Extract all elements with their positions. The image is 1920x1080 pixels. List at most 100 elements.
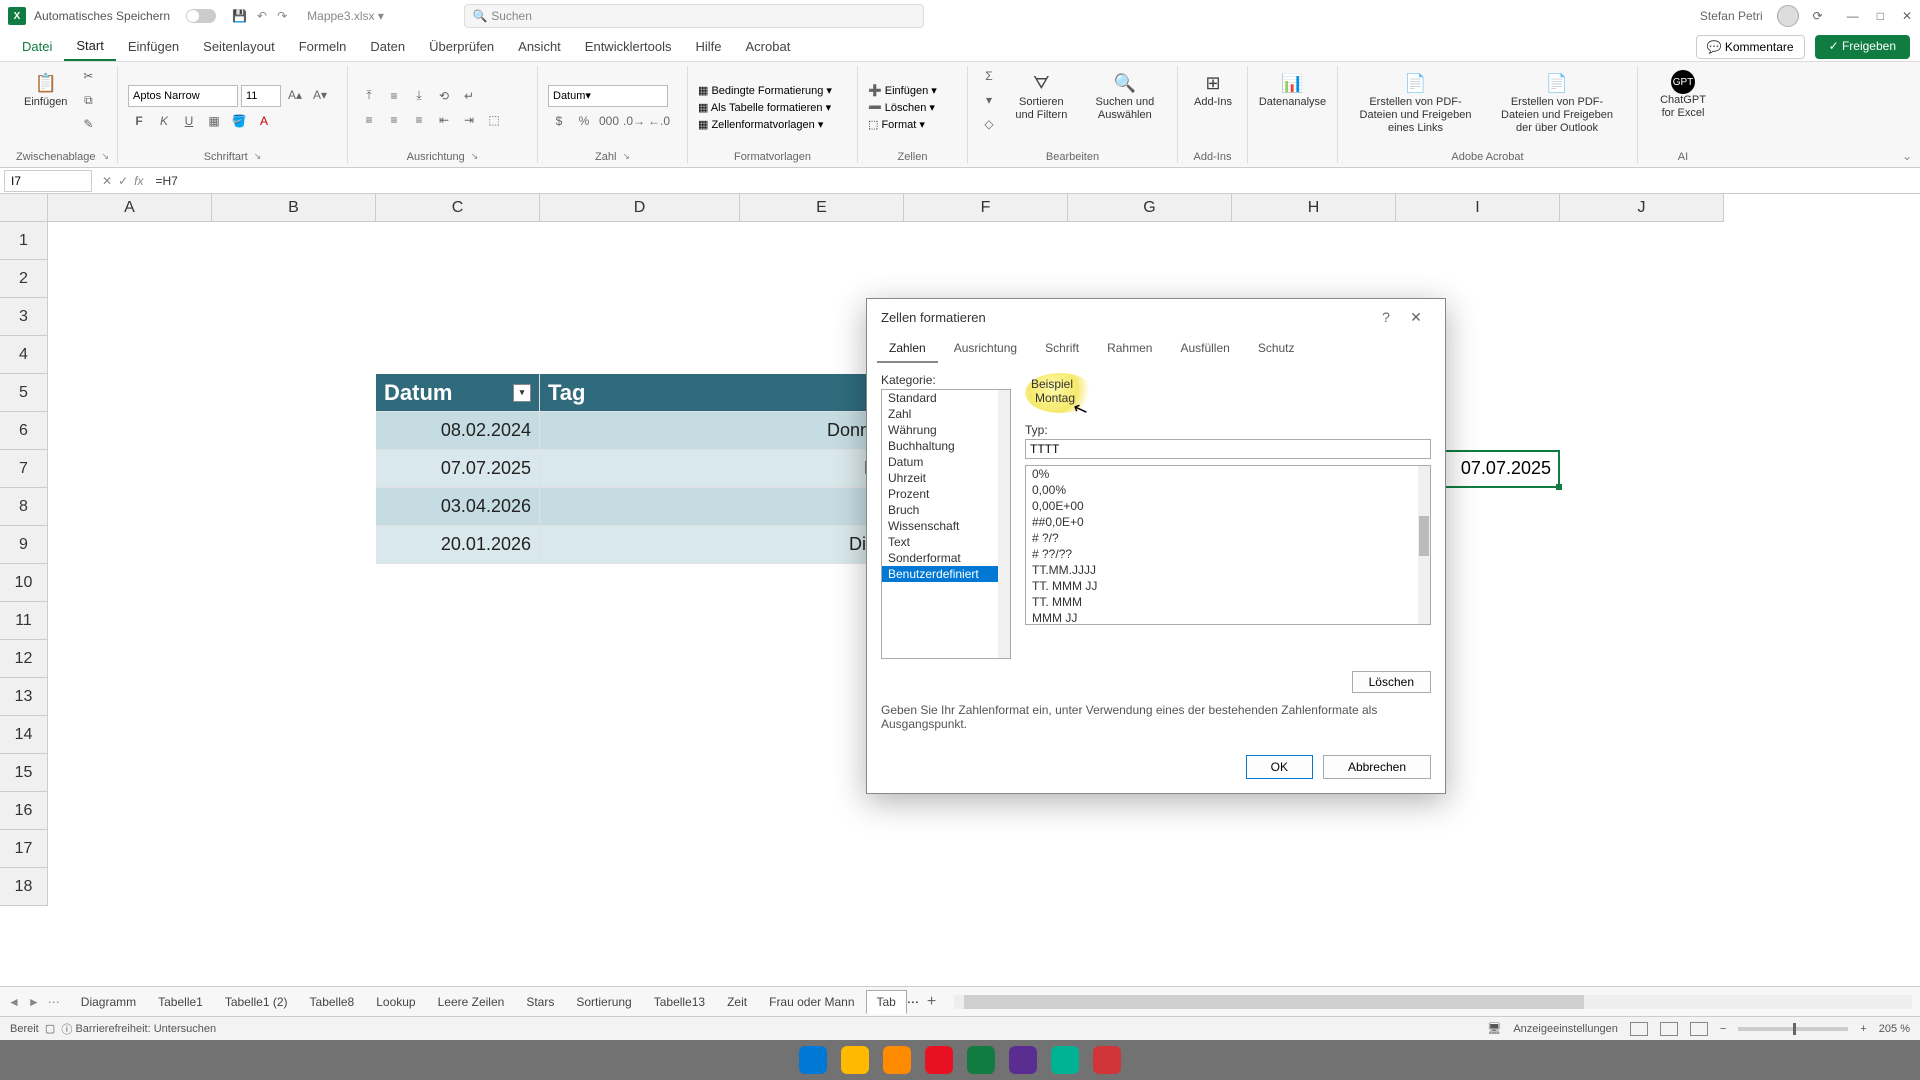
delete-format-button[interactable]: Löschen bbox=[1352, 671, 1431, 693]
decrease-decimal-icon[interactable]: ←.0 bbox=[648, 111, 670, 131]
row-header[interactable]: 4 bbox=[0, 336, 48, 374]
display-settings-label[interactable]: Anzeigeeinstellungen bbox=[1513, 1023, 1618, 1035]
clipboard-launcher-icon[interactable]: ↘ bbox=[101, 151, 109, 163]
cell-styles-button[interactable]: ▦ Zellenformatvorlagen ▾ bbox=[698, 118, 823, 131]
category-scrollbar[interactable] bbox=[998, 390, 1010, 658]
sheet-tab[interactable]: Sortierung bbox=[565, 990, 642, 1014]
row-header[interactable]: 13 bbox=[0, 678, 48, 716]
format-scrollbar[interactable] bbox=[1418, 466, 1430, 624]
format-item[interactable]: TT. MMM JJ bbox=[1026, 578, 1430, 594]
format-as-table-button[interactable]: ▦ Als Tabelle formatieren ▾ bbox=[698, 101, 831, 114]
row-header[interactable]: 10 bbox=[0, 564, 48, 602]
cut-icon[interactable]: ✂ bbox=[77, 66, 99, 86]
category-item[interactable]: Bruch bbox=[882, 502, 1010, 518]
cell[interactable]: 03.04.2026 bbox=[376, 488, 540, 526]
align-center-icon[interactable]: ≡ bbox=[383, 110, 405, 130]
dialog-tab[interactable]: Ausrichtung bbox=[942, 335, 1029, 363]
dialog-close-icon[interactable]: ✕ bbox=[1401, 309, 1431, 326]
sheet-tab[interactable]: Leere Zeilen bbox=[427, 990, 516, 1014]
orientation-icon[interactable]: ⟲ bbox=[433, 86, 455, 106]
align-right-icon[interactable]: ≡ bbox=[408, 110, 430, 130]
clear-icon[interactable]: ◇ bbox=[978, 114, 1000, 134]
column-header[interactable]: A bbox=[48, 194, 212, 222]
row-header[interactable]: 1 bbox=[0, 222, 48, 260]
undo-icon[interactable]: ↶ bbox=[257, 9, 267, 23]
comments-button[interactable]: 💬 Kommentare bbox=[1696, 35, 1805, 59]
cell[interactable]: 07.07.2025 bbox=[376, 450, 540, 488]
sync-icon[interactable]: ⟳ bbox=[1813, 9, 1823, 23]
border-icon[interactable]: ▦ bbox=[203, 111, 225, 131]
font-color-icon[interactable]: A bbox=[253, 111, 275, 131]
cancel-button[interactable]: Abbrechen bbox=[1323, 755, 1431, 779]
dialog-tab[interactable]: Zahlen bbox=[877, 335, 938, 363]
align-launcher-icon[interactable]: ↘ bbox=[471, 151, 479, 163]
dialog-tab[interactable]: Rahmen bbox=[1095, 335, 1164, 363]
column-header[interactable]: G bbox=[1068, 194, 1232, 222]
insert-cells-button[interactable]: ➕ Einfügen ▾ bbox=[868, 84, 937, 97]
column-header[interactable]: I bbox=[1396, 194, 1560, 222]
accessibility-icon[interactable]: ⓘ bbox=[61, 1021, 72, 1037]
cell[interactable]: Fre bbox=[540, 488, 904, 526]
add-sheet-button[interactable]: + bbox=[919, 993, 944, 1011]
tab-seitenlayout[interactable]: Seitenlayout bbox=[191, 33, 287, 60]
sheet-prev-icon[interactable]: ◄ bbox=[8, 995, 20, 1009]
zoom-in-icon[interactable]: + bbox=[1860, 1023, 1866, 1035]
zoom-out-icon[interactable]: − bbox=[1720, 1023, 1726, 1035]
horizontal-scrollbar[interactable] bbox=[954, 995, 1912, 1009]
format-item[interactable]: 0% bbox=[1026, 466, 1430, 482]
category-item[interactable]: Uhrzeit bbox=[882, 470, 1010, 486]
row-header[interactable]: 16 bbox=[0, 792, 48, 830]
dialog-tab[interactable]: Schrift bbox=[1033, 335, 1091, 363]
currency-icon[interactable]: $ bbox=[548, 111, 570, 131]
category-item[interactable]: Wissenschaft bbox=[882, 518, 1010, 534]
format-painter-icon[interactable]: ✎ bbox=[77, 114, 99, 134]
category-list[interactable]: StandardZahlWährungBuchhaltungDatumUhrze… bbox=[881, 389, 1011, 659]
enter-formula-icon[interactable]: ✓ bbox=[118, 174, 128, 188]
chatgpt-button[interactable]: GPTChatGPT for Excel bbox=[1648, 66, 1718, 124]
category-item[interactable]: Standard bbox=[882, 390, 1010, 406]
category-item[interactable]: Benutzerdefiniert bbox=[882, 566, 1010, 582]
close-icon[interactable]: ✕ bbox=[1902, 9, 1912, 23]
align-bottom-icon[interactable]: ⤓ bbox=[408, 86, 430, 106]
accessibility-label[interactable]: Barrierefreiheit: Untersuchen bbox=[75, 1023, 216, 1035]
tab-daten[interactable]: Daten bbox=[358, 33, 417, 60]
row-header[interactable]: 12 bbox=[0, 640, 48, 678]
comma-icon[interactable]: 000 bbox=[598, 111, 620, 131]
autosum-icon[interactable]: Σ bbox=[978, 66, 1000, 86]
taskbar-app-icon[interactable] bbox=[841, 1046, 869, 1074]
display-settings-icon[interactable]: 🖥 bbox=[1487, 1022, 1501, 1035]
decrease-indent-icon[interactable]: ⇤ bbox=[433, 110, 455, 130]
percent-icon[interactable]: % bbox=[573, 111, 595, 131]
dialog-tab[interactable]: Ausfüllen bbox=[1168, 335, 1241, 363]
sheet-tab[interactable]: Diagramm bbox=[70, 990, 147, 1014]
row-header[interactable]: 6 bbox=[0, 412, 48, 450]
redo-icon[interactable]: ↷ bbox=[277, 9, 287, 23]
category-item[interactable]: Sonderformat bbox=[882, 550, 1010, 566]
name-box[interactable]: I7 bbox=[4, 170, 92, 192]
row-header[interactable]: 8 bbox=[0, 488, 48, 526]
cell[interactable]: 20.01.2026 bbox=[376, 526, 540, 564]
normal-view-icon[interactable] bbox=[1630, 1022, 1648, 1036]
bold-icon[interactable]: F bbox=[128, 111, 150, 131]
tab-hilfe[interactable]: Hilfe bbox=[684, 33, 734, 60]
addins-button[interactable]: ⊞Add-Ins bbox=[1188, 66, 1238, 113]
minimize-icon[interactable]: — bbox=[1847, 9, 1859, 23]
row-header[interactable]: 3 bbox=[0, 298, 48, 336]
taskbar-app-icon[interactable] bbox=[967, 1046, 995, 1074]
pdf-link-button[interactable]: 📄Erstellen von PDF-Dateien und Freigeben… bbox=[1348, 66, 1483, 140]
taskbar-app-icon[interactable] bbox=[799, 1046, 827, 1074]
sheet-tab[interactable]: Zeit bbox=[716, 990, 758, 1014]
document-name[interactable]: Mappe3.xlsx ▾ bbox=[307, 9, 384, 23]
row-header[interactable]: 18 bbox=[0, 868, 48, 906]
category-item[interactable]: Text bbox=[882, 534, 1010, 550]
filter-icon[interactable]: ▾ bbox=[513, 384, 531, 402]
tab-formeln[interactable]: Formeln bbox=[287, 33, 359, 60]
tab-acrobat[interactable]: Acrobat bbox=[734, 33, 803, 60]
sheet-tab[interactable]: Stars bbox=[515, 990, 565, 1014]
increase-font-icon[interactable]: A▴ bbox=[284, 85, 306, 105]
category-item[interactable]: Zahl bbox=[882, 406, 1010, 422]
row-header[interactable]: 15 bbox=[0, 754, 48, 792]
row-header[interactable]: 11 bbox=[0, 602, 48, 640]
column-header[interactable]: C bbox=[376, 194, 540, 222]
font-launcher-icon[interactable]: ↘ bbox=[254, 151, 262, 163]
